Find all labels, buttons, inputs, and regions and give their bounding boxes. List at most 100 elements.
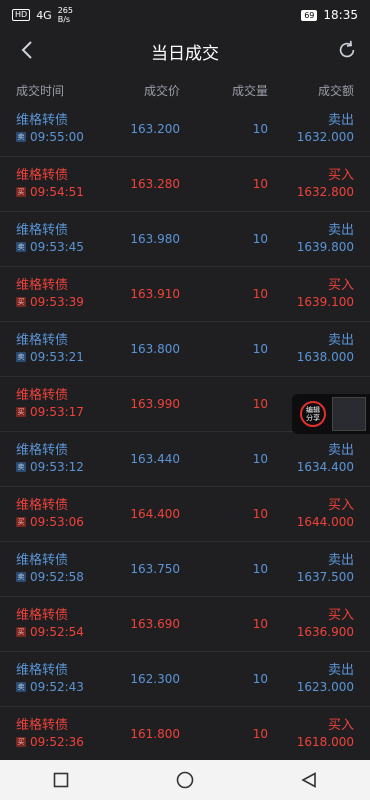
trade-type-marker: 买	[16, 737, 26, 747]
trade-row[interactable]: 维格转债 卖 09:52:58 163.750 10 卖出 1637.500	[0, 542, 370, 597]
trade-type-marker: 卖	[16, 352, 26, 362]
network-speed-unit: B/s	[57, 15, 71, 24]
trade-side-amount: 卖出 1632.000	[268, 113, 354, 145]
trade-time-line: 买 09:52:36	[16, 734, 112, 750]
trade-time-line: 卖 09:52:43	[16, 679, 112, 695]
trade-side-amount: 买入 1639.100	[268, 278, 354, 310]
bond-name: 维格转债	[16, 223, 69, 238]
home-icon[interactable]	[176, 771, 194, 789]
trade-name-time: 维格转债 卖 09:52:58	[16, 553, 112, 585]
trade-row[interactable]: 维格转债 卖 09:53:21 163.800 10 卖出 1638.000	[0, 322, 370, 377]
edit-label: 编辑	[306, 406, 320, 414]
trade-side-amount: 买入 1644.000	[268, 498, 354, 530]
bond-name: 维格转债	[16, 278, 69, 293]
trade-type-marker: 卖	[16, 682, 26, 692]
trade-time-line: 卖 09:53:45	[16, 239, 112, 255]
trade-type-marker: 卖	[16, 462, 26, 472]
trade-time-line: 买 09:53:39	[16, 294, 112, 310]
trade-time-line: 买 09:52:54	[16, 624, 112, 640]
back-nav-icon[interactable]	[300, 772, 317, 788]
trade-price: 164.400	[130, 507, 180, 521]
trade-side: 卖出	[327, 443, 354, 458]
page-title: 当日成交	[151, 43, 219, 64]
screenshot-thumbnail[interactable]	[332, 397, 366, 431]
trade-row[interactable]: 维格转债 买 09:52:54 163.690 10 买入 1636.900	[0, 597, 370, 652]
trade-volume: 10	[252, 397, 268, 411]
edit-share-button[interactable]: 编辑 分享	[300, 401, 326, 427]
trade-price: 163.440	[130, 452, 180, 466]
trade-volume: 10	[252, 177, 268, 191]
floating-share-widget[interactable]: 编辑 分享	[292, 394, 370, 434]
trade-name-time: 维格转债 买 09:53:06	[16, 498, 112, 530]
trade-name-time: 维格转债 卖 09:52:43	[16, 663, 112, 695]
trade-name-time: 维格转债 买 09:52:54	[16, 608, 112, 640]
signal-indicator: 4G	[36, 8, 52, 22]
trade-row[interactable]: 维格转债 卖 09:53:45 163.980 10 卖出 1639.800	[0, 212, 370, 267]
refresh-icon[interactable]	[336, 39, 358, 61]
trade-row[interactable]: 维格转债 卖 09:53:12 163.440 10 卖出 1634.400	[0, 432, 370, 487]
trade-amount: 1639.100	[296, 295, 354, 309]
trade-time: 09:54:51	[30, 185, 84, 199]
trade-time-line: 买 09:53:17	[16, 404, 112, 420]
trade-amount: 1636.900	[296, 625, 354, 639]
trade-type-marker: 买	[16, 407, 26, 417]
trade-price: 163.990	[130, 397, 180, 411]
bond-name: 维格转债	[16, 443, 69, 458]
trade-time-line: 卖 09:53:21	[16, 349, 112, 365]
trade-side-amount: 买入 1618.000	[268, 718, 354, 750]
trade-row[interactable]: 维格转债 买 09:53:06 164.400 10 买入 1644.000	[0, 487, 370, 542]
trade-price: 163.750	[130, 562, 180, 576]
status-bar: HD 4G 265 B/s 69 18:35	[0, 0, 370, 30]
trade-price: 162.300	[130, 672, 180, 686]
trade-time-line: 买 09:54:51	[16, 184, 112, 200]
bond-name: 维格转债	[16, 498, 69, 513]
share-label: 分享	[306, 414, 320, 422]
col-volume: 成交量	[231, 83, 268, 98]
bond-name: 维格转债	[16, 113, 69, 128]
trade-side: 买入	[327, 168, 354, 183]
trade-volume: 10	[252, 617, 268, 631]
trade-side: 买入	[327, 278, 354, 293]
app-header: 当日成交	[0, 30, 370, 72]
trade-side: 买入	[327, 718, 354, 733]
trade-amount: 1632.800	[296, 185, 354, 199]
recent-apps-icon[interactable]	[53, 772, 69, 788]
bond-name: 维格转债	[16, 553, 69, 568]
trade-side: 卖出	[327, 223, 354, 238]
back-arrow-icon[interactable]	[16, 38, 40, 62]
trade-side-amount: 卖出 1634.400	[268, 443, 354, 475]
trade-name-time: 维格转债 买 09:53:39	[16, 278, 112, 310]
trade-time-line: 卖 09:55:00	[16, 129, 112, 145]
trade-volume: 10	[252, 727, 268, 741]
trade-time-line: 卖 09:53:12	[16, 459, 112, 475]
trade-row[interactable]: 维格转债 买 09:52:36 161.800 10 买入 1618.000	[0, 707, 370, 762]
trade-type-marker: 卖	[16, 132, 26, 142]
trade-row[interactable]: 维格转债 买 09:53:39 163.910 10 买入 1639.100	[0, 267, 370, 322]
trade-volume: 10	[252, 287, 268, 301]
trade-name-time: 维格转债 卖 09:55:00	[16, 113, 112, 145]
trade-amount: 1634.400	[296, 460, 354, 474]
trade-row[interactable]: 维格转债 卖 09:55:00 163.200 10 卖出 1632.000	[0, 102, 370, 157]
trade-row[interactable]: 维格转债 卖 09:52:43 162.300 10 卖出 1623.000	[0, 652, 370, 707]
trade-amount: 1638.000	[296, 350, 354, 364]
network-speed-value: 265	[57, 6, 73, 15]
trade-time: 09:52:54	[30, 625, 84, 639]
trade-price: 163.690	[130, 617, 180, 631]
trade-type-marker: 卖	[16, 242, 26, 252]
trade-side-amount: 买入 1632.800	[268, 168, 354, 200]
bond-name: 维格转债	[16, 388, 69, 403]
trade-price: 163.980	[130, 232, 180, 246]
trade-time: 09:53:06	[30, 515, 84, 529]
bond-name: 维格转债	[16, 608, 69, 623]
trade-price: 163.910	[130, 287, 180, 301]
trade-side: 买入	[327, 608, 354, 623]
trade-amount: 1623.000	[296, 680, 354, 694]
trade-volume: 10	[252, 452, 268, 466]
trade-row[interactable]: 维格转债 买 09:54:51 163.280 10 买入 1632.800	[0, 157, 370, 212]
bond-name: 维格转债	[16, 663, 69, 678]
trade-type-marker: 买	[16, 627, 26, 637]
trade-side: 买入	[327, 498, 354, 513]
trade-time: 09:52:43	[30, 680, 84, 694]
trade-type-marker: 买	[16, 187, 26, 197]
trade-time: 09:53:45	[30, 240, 84, 254]
